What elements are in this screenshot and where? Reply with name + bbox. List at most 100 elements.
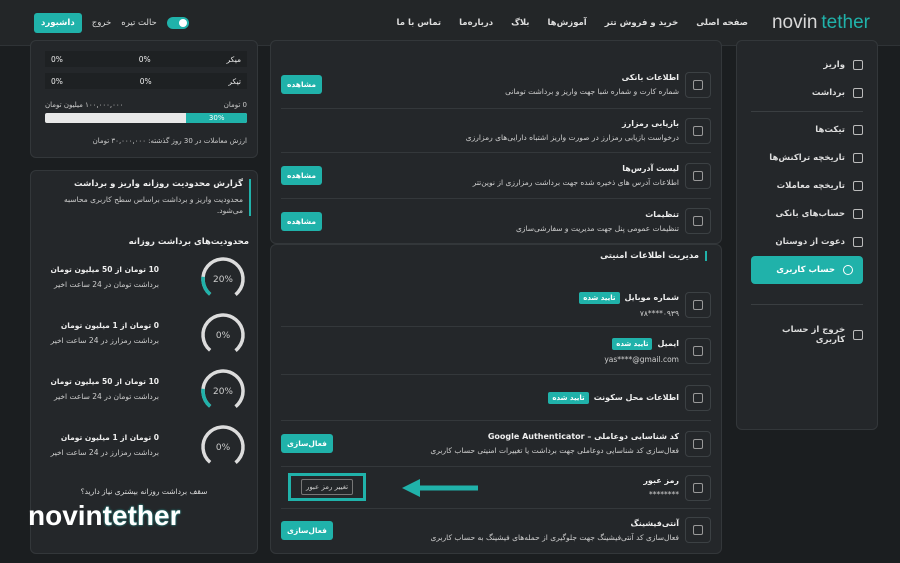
history-icon [853,181,863,191]
taker-row: تیکر 0% 0% [45,73,247,89]
row-value: yas****@gmail.com [604,354,679,364]
sidebar-item-withdraw[interactable]: برداشت [737,79,877,107]
sidebar-item-label: حساب کاربری [776,265,835,275]
taker-value-2: 0% [51,76,63,86]
sidebar-item-label: حساب‌های بانکی [775,209,845,219]
sidebar-item-invite[interactable]: دعوت از دوستان [737,228,877,256]
sidebar-item-label: تیکت‌ها [815,125,845,135]
sidebar-item-deposit[interactable]: واریز [737,51,877,79]
micro-value: 0% [138,54,151,64]
settings-row-bank: اطلاعات بانکی شماره کارت و شماره شبا جهت … [281,61,711,109]
sidebar-exit[interactable]: خروج از حساب کاربری [737,321,877,349]
limits-report: گزارش محدودیت روزانه واریز و برداشت محدو… [39,179,251,216]
nav-learn[interactable]: آموزش‌ها [547,18,586,28]
activate-button[interactable]: فعال‌سازی [281,520,333,540]
settings-row-recovery: بازیابی رمزارز درخواست بازیابی رمزارز در … [281,109,711,153]
row-desc: اطلاعات آدرس های ذخیره شده جهت برداشت رم… [472,178,679,187]
view-button[interactable]: مشاهده [281,75,323,94]
security-row-mobile: شماره موبایل تایید شده ۰۹۳۹****۷۸ [281,283,711,327]
row-desc: شماره کارت و شماره شبا جهت واریز و برداش… [505,87,679,96]
phone-icon [685,291,711,318]
dashboard-button[interactable]: داشبورد [34,13,82,33]
verified-badge: تایید شده [612,337,653,350]
gauge-percent: 0% [216,443,231,453]
sidebar-item-label: برداشت [811,88,845,98]
gauge-percent: 20% [213,275,233,285]
lock-icon [685,474,711,501]
sidebar-item-transactions[interactable]: تاریخچه تراکنش‌ها [737,144,877,172]
card-icon [853,209,863,219]
limit-desc: برداشت تومان در 24 ساعت اخیر [53,280,159,289]
logout-link[interactable]: خروج [92,18,112,28]
limit-gauge: 20% [201,369,245,413]
logo[interactable]: novin tether [772,12,870,34]
limit-desc: برداشت تومان در 24 ساعت اخیر [53,392,159,401]
limit-amount: 0 تومان از 1 میلیون تومان [60,321,159,330]
deposit-icon [853,60,863,70]
progress-labels: 0 تومان ۱۰۰,۰۰۰,۰۰۰ میلیون تومان [45,101,247,109]
withdraw-icon [853,88,863,98]
exit-icon [853,330,863,340]
user-icon [843,265,853,275]
taker-value: 0% [139,76,152,86]
watermark-text-b: tether [102,500,181,531]
card-icon [685,71,711,98]
coins-icon [685,117,711,144]
section-title: مدیریت اطلاعات امنیتی [600,251,707,261]
nav-contact[interactable]: تماس با ما [397,18,442,28]
arrow-icon [402,479,478,497]
watermark-text-a: novin [28,500,103,531]
activate-button[interactable]: فعال‌سازی [281,434,333,453]
nav-blog[interactable]: بلاگ [511,18,529,28]
limit-text: 0 تومان از 1 میلیون تومان برداشت رمزارز د… [51,433,159,457]
map-icon [685,384,711,411]
logo-text-b: tether [821,11,870,33]
limit-desc: برداشت رمزارز در 24 ساعت اخیر [50,448,159,457]
security-row-email: ایمیل تایید شده yas****@gmail.com [281,327,711,375]
sidebar: واریز برداشت تیکت‌ها تاریخچه تراکنش‌ها ت… [736,40,878,430]
sidebar-item-account[interactable]: حساب کاربری [751,256,863,284]
row-desc: تنظیمات عمومی پنل جهت مدیریت و سفارشی‌سا… [515,223,679,233]
more-limit-text: سقف برداشت روزانه بیشتری نیاز دارید؟ [80,487,208,496]
limit-gauge: 0% [201,313,245,357]
progress-zero: 0 تومان [223,101,247,109]
sidebar-exit-label: خروج از حساب کاربری [782,325,846,345]
view-button[interactable]: مشاهده [281,211,323,231]
sidebar-item-trades[interactable]: تاریخچه معاملات [737,172,877,200]
view-button[interactable]: مشاهده [281,166,323,185]
limit-amount: 10 تومان از 50 میلیون تومان [50,377,159,386]
logo-text-a: novin [771,11,818,33]
limit-desc: برداشت رمزارز در 24 ساعت اخیر [50,336,159,345]
shield-icon [685,430,711,457]
settings-row-settings: تنظیمات تنظیمات عمومی پنل جهت مدیریت و سف… [281,199,711,243]
progress-max: ۱۰۰,۰۰۰,۰۰۰ میلیون تومان [45,101,124,109]
top-actions: داشبورد خروج حالت تیره [34,13,189,33]
limit-amount: 0 تومان از 1 میلیون تومان [60,433,159,442]
change-password-button[interactable]: تغییر رمز عبور [300,479,354,495]
row-desc: فعال‌سازی کد آنتی‌فیشینگ جهت جلوگیری از … [430,532,679,542]
sidebar-item-bank[interactable]: حساب‌های بانکی [737,200,877,228]
nav-trade[interactable]: خرید و فروش تتر [605,18,679,28]
report-title: گزارش محدودیت روزانه واریز و برداشت [74,179,243,189]
settings-row-addresses: لیست آدرس‌ها اطلاعات آدرس های ذخیره شده ج… [281,153,711,199]
main-nav: صفحه اصلی خرید و فروش تتر آموزش‌ها بلاگ … [397,18,748,28]
limit-text: 10 تومان از 50 میلیون تومان برداشت تومان … [50,377,159,401]
sidebar-item-label: تاریخچه معاملات [776,181,845,191]
security-row-antiphish: آنتی‌فیشینگ فعال‌سازی کد آنتی‌فیشینگ جهت … [281,509,711,551]
gear-icon [685,208,711,234]
dark-mode-label: حالت تیره [121,18,157,28]
limits-section-title: محدودیت‌های برداشت روزانه [128,237,249,247]
micro-label: میکر [226,54,241,64]
dark-mode-toggle[interactable] [166,17,189,29]
row-title: اطلاعات محل سکونت [593,393,679,402]
limit-text: 10 تومان از 50 میلیون تومان برداشت تومان … [50,265,159,289]
mail-icon [685,337,711,364]
limit-gauge: 20% [201,257,245,301]
history-icon [853,153,863,163]
row-title: ایمیل [657,339,679,348]
limit-amount: 10 تومان از 50 میلیون تومان [50,265,159,274]
nav-home[interactable]: صفحه اصلی [696,18,748,28]
nav-about[interactable]: درباره‌ما [459,18,493,28]
divider [751,111,863,112]
sidebar-item-tickets[interactable]: تیکت‌ها [737,116,877,144]
